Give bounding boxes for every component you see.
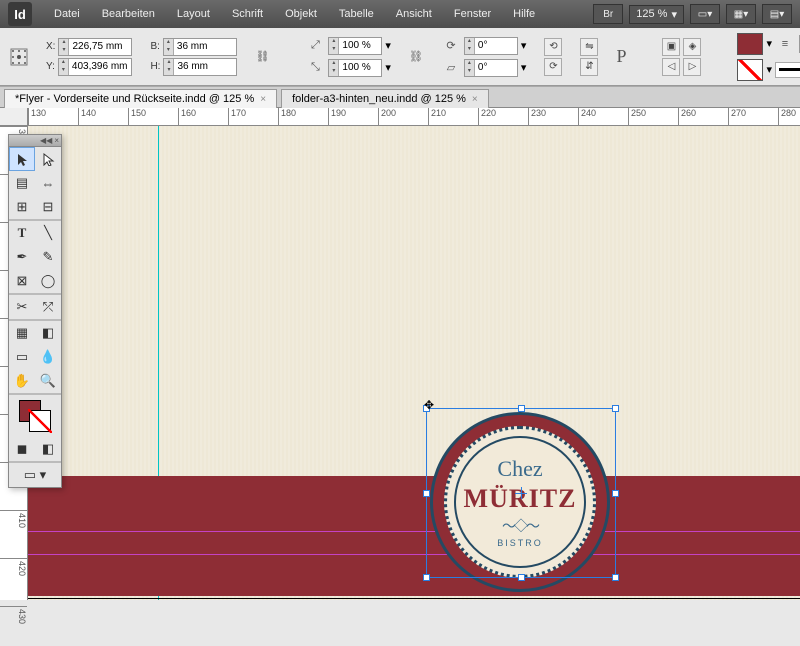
content-placer-tool[interactable]: ⊟ — [35, 195, 61, 219]
toolbox[interactable]: ◀◀× ▤ ⇔ ⊞ ⊟ T ╲ ✒ ✎ ⊠ ◯ ✂ ⤱ ▦ ◧ ▭ 💧 ✋ 🔍 — [8, 134, 62, 488]
scale-x-icon: ⤢ — [305, 36, 325, 56]
stroke-style-dropdown[interactable] — [775, 62, 800, 78]
stroke-swatch[interactable] — [737, 59, 763, 81]
content-collector-tool[interactable]: ⊞ — [9, 195, 35, 219]
control-bar: X:▴▾ Y:▴▾ B:▴▾ H:▴▾ ⛓ ⤢▴▾▾ ⤡▴▾▾ ⛓ ⟳▴▾▾ ▱… — [0, 28, 800, 86]
view-mode-toggle[interactable]: ▭ ▾ — [9, 463, 61, 487]
menu-datei[interactable]: Datei — [44, 4, 90, 24]
rotate-ccw-button[interactable]: ⟲ — [544, 38, 562, 56]
direct-selection-tool[interactable] — [35, 147, 61, 171]
hand-tool[interactable]: ✋ — [9, 369, 35, 393]
eyedropper-tool[interactable]: 💧 — [35, 345, 61, 369]
app-logo: Id — [8, 2, 32, 26]
canvas[interactable]: Chez MÜRITZ 〜◇〜 BISTRO ✥ — [28, 126, 800, 600]
selection-tool[interactable] — [9, 147, 35, 171]
chevron-down-icon: ▾ — [671, 8, 677, 21]
rectangle-frame-tool[interactable]: ⊠ — [9, 269, 35, 293]
free-transform-tool[interactable]: ⤱ — [35, 295, 61, 319]
stroke-weight-icon: ≡ — [775, 34, 795, 54]
ellipse-frame-tool[interactable]: ◯ — [35, 269, 61, 293]
w-label: B: — [150, 41, 159, 52]
menu-objekt[interactable]: Objekt — [275, 4, 327, 24]
x-label: X: — [46, 41, 55, 52]
menu-tabelle[interactable]: Tabelle — [329, 4, 384, 24]
gradient-swatch-tool[interactable]: ▦ — [9, 321, 35, 345]
guide-horizontal[interactable] — [28, 531, 800, 532]
constrain-scale-icon[interactable]: ⛓ — [409, 47, 423, 67]
x-field[interactable]: ▴▾ — [58, 38, 132, 56]
zoom-dropdown[interactable]: 125 %▾ — [629, 5, 684, 24]
y-field[interactable]: ▴▾ — [58, 58, 132, 76]
view-mode-button[interactable]: ▭▾ — [690, 4, 720, 24]
select-next-button[interactable]: ▷ — [683, 58, 701, 76]
scale-y-icon: ⤡ — [305, 58, 325, 78]
reference-point-icon[interactable] — [10, 47, 28, 67]
apply-color-button[interactable]: ◼ — [9, 437, 35, 461]
select-prev-button[interactable]: ◁ — [662, 58, 680, 76]
w-field[interactable]: ▴▾ — [163, 38, 237, 56]
select-container-button[interactable]: ▣ — [662, 38, 680, 56]
document-tabs: *Flyer - Vorderseite und Rückseite.indd … — [0, 86, 800, 108]
close-icon[interactable]: × — [54, 136, 59, 145]
pen-tool[interactable]: ✒ — [9, 245, 35, 269]
constrain-wh-icon[interactable]: ⛓ — [255, 47, 269, 67]
workspace-button[interactable]: ▤▾ — [762, 4, 792, 24]
rotate-icon: ⟳ — [441, 36, 461, 56]
fill-stroke-proxy[interactable] — [9, 395, 61, 437]
menu-schrift[interactable]: Schrift — [222, 4, 273, 24]
type-tool[interactable]: T — [9, 221, 35, 245]
scale-x-field[interactable]: ▴▾ — [328, 37, 382, 55]
rule-line — [28, 598, 800, 599]
selection-box[interactable] — [426, 408, 616, 578]
scale-y-field[interactable]: ▴▾ — [328, 59, 382, 77]
menu-bearbeiten[interactable]: Bearbeiten — [92, 4, 165, 24]
scissors-tool[interactable]: ✂ — [9, 295, 35, 319]
y-label: Y: — [46, 61, 55, 72]
menu-hilfe[interactable]: Hilfe — [503, 4, 545, 24]
zoom-tool[interactable]: 🔍 — [35, 369, 61, 393]
p-icon[interactable]: P — [616, 47, 626, 67]
arrange-button[interactable]: ▦▾ — [726, 4, 756, 24]
page-tool[interactable]: ▤ — [9, 171, 35, 195]
fill-swatch[interactable] — [737, 33, 763, 55]
menu-layout[interactable]: Layout — [167, 4, 220, 24]
gap-tool[interactable]: ⇔ — [35, 171, 61, 195]
flip-v-button[interactable]: ⇵ — [580, 58, 598, 76]
rotate-field[interactable]: ▴▾ — [464, 37, 518, 55]
menu-fenster[interactable]: Fenster — [444, 4, 501, 24]
h-label: H: — [150, 61, 160, 72]
work-area: 1301401501601701801902002102202302402502… — [0, 108, 800, 600]
select-content-button[interactable]: ◈ — [683, 38, 701, 56]
menubar: Id Datei Bearbeiten Layout Schrift Objek… — [0, 0, 800, 28]
menu-ansicht[interactable]: Ansicht — [386, 4, 442, 24]
close-icon[interactable]: × — [472, 94, 478, 105]
flip-h-button[interactable]: ⇋ — [580, 38, 598, 56]
rotate-cw-button[interactable]: ⟳ — [544, 58, 562, 76]
close-icon[interactable]: × — [260, 94, 266, 105]
shear-icon: ▱ — [441, 58, 461, 78]
toolbox-header[interactable]: ◀◀× — [9, 135, 61, 147]
note-tool[interactable]: ▭ — [9, 345, 35, 369]
line-tool[interactable]: ╲ — [35, 221, 61, 245]
red-band — [28, 476, 800, 596]
guide-horizontal[interactable] — [28, 554, 800, 555]
tab-folder-a3[interactable]: folder-a3-hinten_neu.indd @ 125 %× — [281, 89, 489, 108]
move-cursor-icon: ✥ — [424, 398, 434, 412]
ruler-origin[interactable] — [0, 108, 28, 126]
ruler-horizontal[interactable]: 1301401501601701801902002102202302402502… — [28, 108, 800, 126]
bridge-button[interactable]: Br — [593, 4, 623, 24]
gradient-feather-tool[interactable]: ◧ — [35, 321, 61, 345]
tab-flyer[interactable]: *Flyer - Vorderseite und Rückseite.indd … — [4, 89, 277, 108]
pencil-tool[interactable]: ✎ — [35, 245, 61, 269]
shear-field[interactable]: ▴▾ — [464, 59, 518, 77]
apply-gradient-button[interactable]: ◧ — [35, 437, 61, 461]
h-field[interactable]: ▴▾ — [163, 58, 237, 76]
